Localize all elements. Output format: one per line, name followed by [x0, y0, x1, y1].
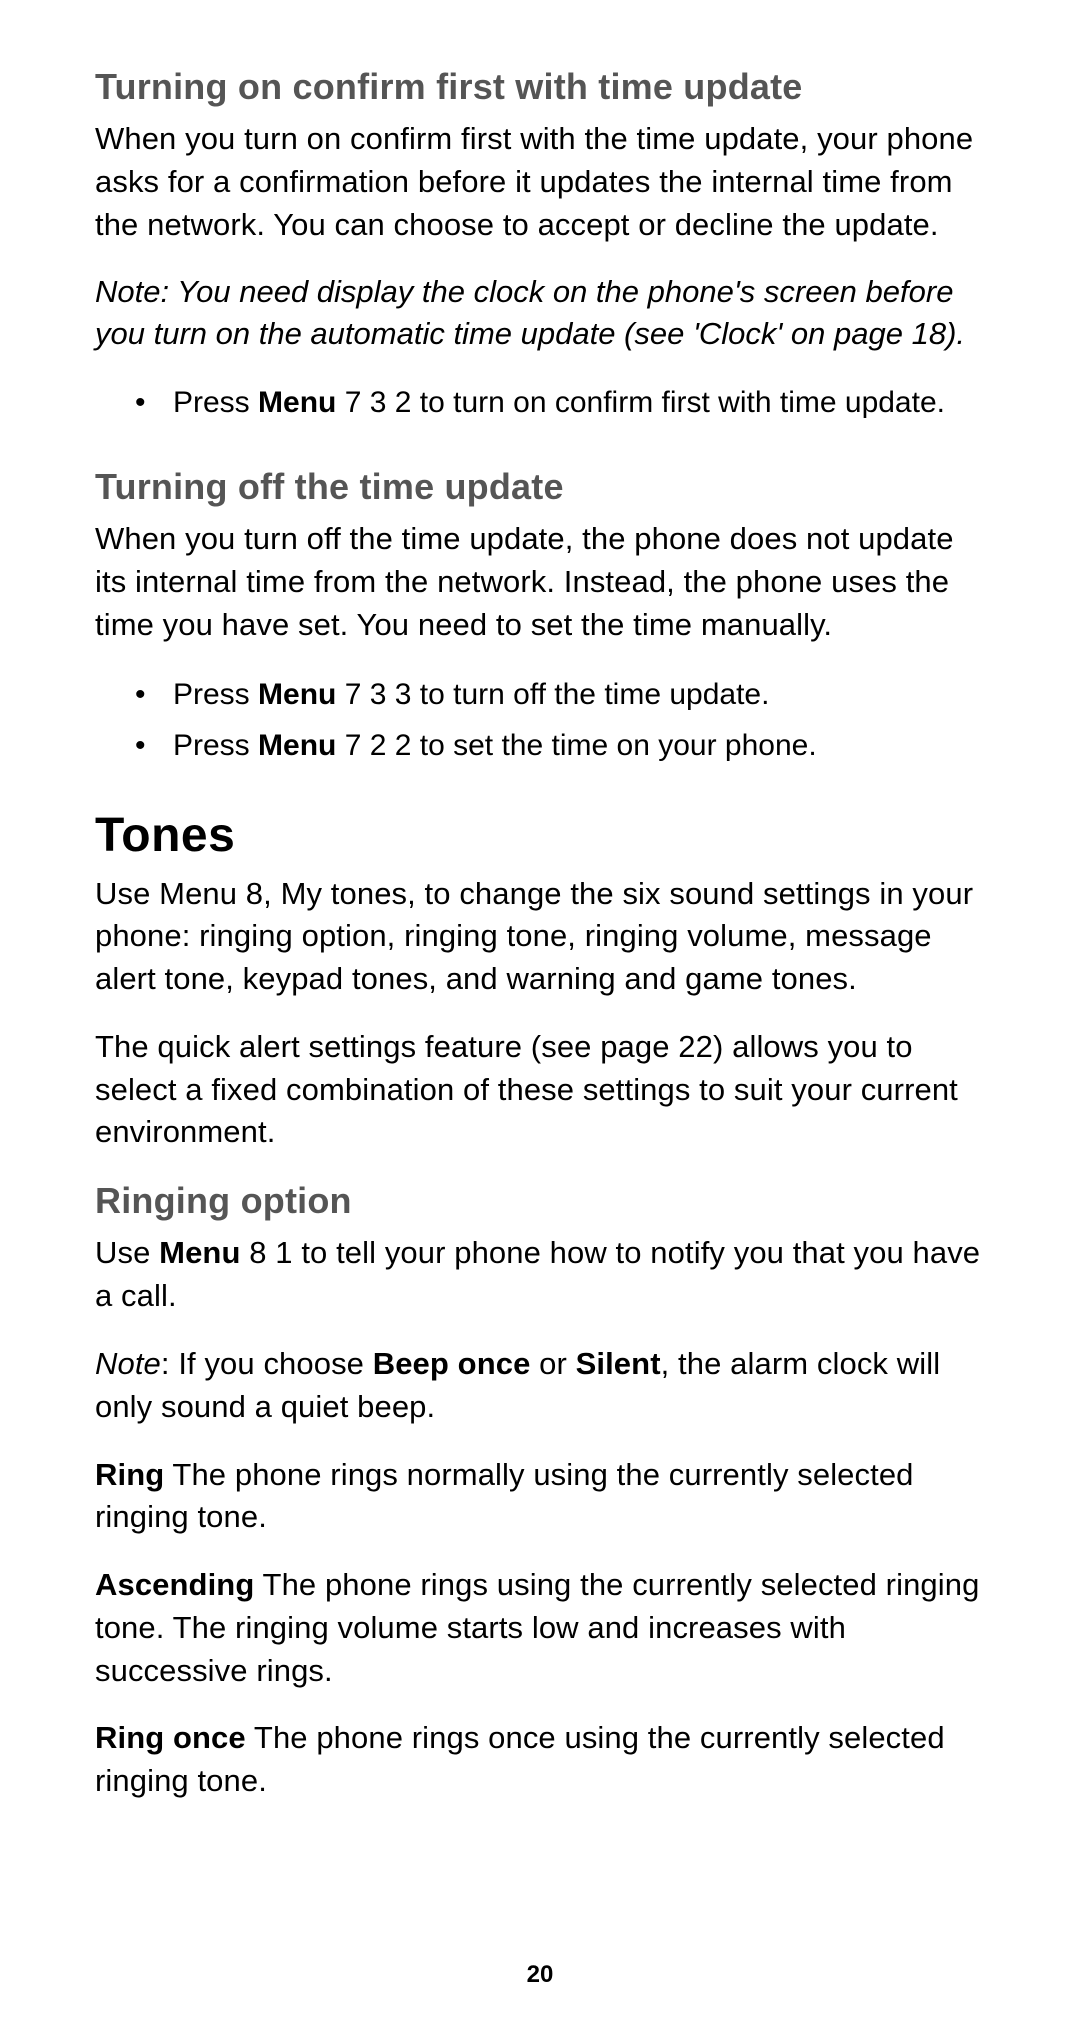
option-ascending: Ascending: [95, 1567, 254, 1602]
heading-tones: Tones: [95, 808, 990, 863]
list-item: Press Menu 7 3 2 to turn on confirm firs…: [95, 380, 990, 425]
text: The phone rings normally using the curre…: [95, 1457, 914, 1535]
paragraph: The quick alert settings feature (see pa…: [95, 1026, 990, 1154]
heading-ringing-option: Ringing option: [95, 1179, 990, 1222]
text: Use: [95, 1235, 159, 1270]
paragraph: Ring The phone rings normally using the …: [95, 1454, 990, 1540]
text: 7 2 2 to set the time on your phone.: [336, 729, 816, 762]
text: 7 3 3 to turn off the time update.: [336, 678, 769, 711]
option-beep-once: Beep once: [373, 1346, 531, 1381]
text: Press: [173, 678, 258, 711]
paragraph: When you turn on confirm first with the …: [95, 118, 990, 246]
bullet-list: Press Menu 7 3 2 to turn on confirm firs…: [95, 380, 990, 425]
text: 7 3 2 to turn on confirm first with time…: [336, 386, 945, 419]
option-ring: Ring: [95, 1457, 164, 1492]
bullet-list: Press Menu 7 3 3 to turn off the time up…: [95, 672, 990, 768]
paragraph: When you turn off the time update, the p…: [95, 518, 990, 646]
paragraph-note: Note: If you choose Beep once or Silent,…: [95, 1343, 990, 1429]
text: Press: [173, 729, 258, 762]
note-text: Note: You need display the clock on the …: [95, 271, 990, 355]
menu-keyword: Menu: [258, 678, 336, 711]
menu-keyword: Menu: [159, 1235, 240, 1270]
list-item: Press Menu 7 3 3 to turn off the time up…: [95, 672, 990, 717]
option-silent: Silent: [576, 1346, 661, 1381]
paragraph: Use Menu 8 1 to tell your phone how to n…: [95, 1232, 990, 1318]
heading-confirm-first: Turning on confirm first with time updat…: [95, 65, 990, 108]
text: or: [530, 1346, 575, 1381]
option-ring-once: Ring once: [95, 1720, 246, 1755]
paragraph: Ring once The phone rings once using the…: [95, 1717, 990, 1803]
text: : If you choose: [161, 1346, 373, 1381]
list-item: Press Menu 7 2 2 to set the time on your…: [95, 723, 990, 768]
paragraph: Use Menu 8, My tones, to change the six …: [95, 873, 990, 1001]
text: Press: [173, 386, 258, 419]
document-page: Turning on confirm first with time updat…: [0, 0, 1080, 2039]
heading-turn-off-update: Turning off the time update: [95, 465, 990, 508]
page-number: 20: [0, 1961, 1080, 1989]
note-label: Note: [95, 1346, 161, 1381]
menu-keyword: Menu: [258, 729, 336, 762]
menu-keyword: Menu: [258, 386, 336, 419]
paragraph: Ascending The phone rings using the curr…: [95, 1564, 990, 1692]
